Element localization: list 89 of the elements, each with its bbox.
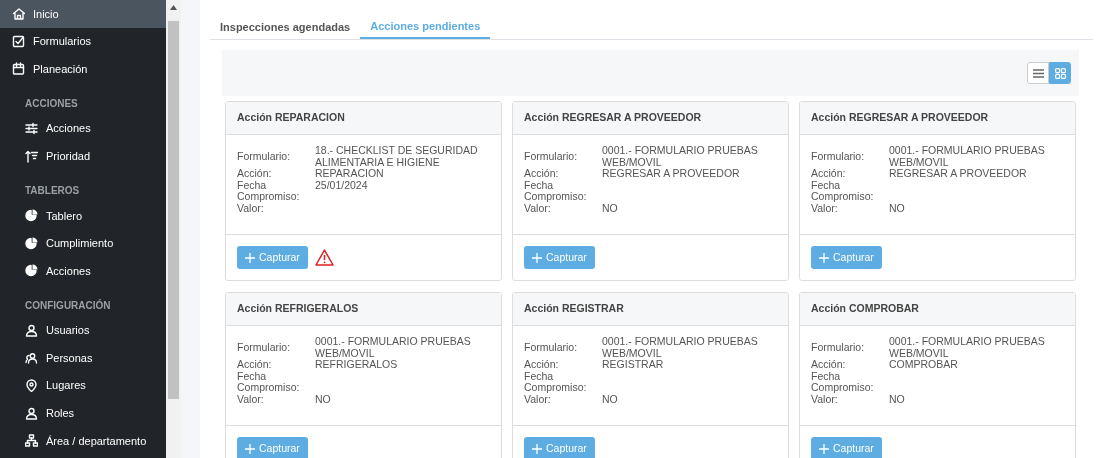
field-label: Fecha Compromiso:	[237, 370, 301, 394]
field-label: Acción:	[811, 359, 847, 371]
section-heading: CONFIGURACIÓN	[24, 298, 112, 313]
grid-icon	[1054, 67, 1066, 79]
field-value: 18.- CHECKLIST DE SEGURIDAD ALIMENTARIA E HIGIENE	[315, 145, 479, 168]
sidebar-item[interactable]: Usuarios	[0, 316, 166, 345]
sidebar-item[interactable]: Prioridad	[0, 142, 166, 170]
sidebar-item[interactable]: Roles	[0, 399, 166, 428]
sidebar-item[interactable]: Área / departamento	[0, 427, 166, 455]
field-value: 25/01/2024	[315, 179, 369, 193]
sitemap-icon	[25, 434, 38, 448]
field-label: Formulario:	[811, 341, 866, 354]
field-value: 0001.- FORMULARIO PRUEBAS WEB/MOVIL	[889, 336, 1046, 359]
card-title: Acción REGRESAR A PROVEEDOR	[513, 102, 788, 135]
sidebar-item[interactable]: Inicio	[0, 0, 166, 28]
field-value: NO	[315, 393, 332, 405]
plus-icon	[819, 443, 829, 454]
field-label: Valor:	[811, 202, 838, 214]
field-label: Valor:	[237, 202, 264, 214]
user-icon	[25, 406, 38, 420]
section-heading: ACCIONES	[24, 96, 79, 111]
tab[interactable]: Inspecciones agendadas	[210, 8, 361, 39]
card-title: Acción REFRIGERALOS	[226, 293, 501, 326]
field-value: REGISTRAR	[602, 359, 665, 371]
field-label: Acción:	[237, 359, 273, 371]
sidebar-item[interactable]: Acciones	[0, 257, 166, 285]
field-label: Formulario:	[811, 150, 866, 163]
field-label: Fecha Compromiso:	[524, 370, 588, 394]
field-label: Acción:	[811, 168, 847, 180]
field-value: REFRIGERALOS	[315, 359, 399, 371]
plus-icon	[532, 252, 542, 263]
field-label: Acción:	[237, 168, 273, 180]
pie-chart-icon	[25, 264, 38, 278]
field-label: Valor:	[811, 393, 838, 405]
plus-icon	[245, 443, 255, 454]
field-value: NO	[602, 393, 619, 405]
field-label: Fecha Compromiso:	[811, 179, 875, 203]
field-label: Valor:	[237, 393, 264, 405]
field-label: Fecha Compromiso:	[237, 179, 301, 203]
field-label: Valor:	[524, 202, 551, 214]
card-title: Acción REGRESAR A PROVEEDOR	[800, 102, 1075, 135]
sidebar-item[interactable]: Formularios	[0, 27, 166, 56]
field-value: REGRESAR A PROVEEDOR	[889, 168, 1028, 180]
card-title: Acción COMPROBAR	[800, 293, 1075, 326]
sort-icon	[25, 149, 38, 163]
field-value: 0001.- FORMULARIO PRUEBAS WEB/MOVIL	[315, 336, 472, 359]
section-heading: TABLEROS	[24, 183, 81, 198]
sidebar-item[interactable]: Tablero	[0, 201, 166, 230]
field-value: 0001.- FORMULARIO PRUEBAS WEB/MOVIL	[889, 145, 1046, 168]
sidebar-item[interactable]: Lugares	[0, 371, 166, 400]
user-icon	[25, 324, 38, 338]
field-value: NO	[889, 393, 906, 405]
plus-icon	[819, 252, 829, 263]
field-value: 0001.- FORMULARIO PRUEBAS WEB/MOVIL	[602, 336, 759, 359]
sidebar-item[interactable]: Acciones	[0, 114, 166, 143]
field-label: Formulario:	[237, 341, 292, 354]
location-pin-icon	[25, 379, 38, 393]
field-value: REGRESAR A PROVEEDOR	[602, 168, 741, 180]
sidebar-item[interactable]: Personas	[0, 344, 166, 372]
field-label: Acción:	[524, 168, 560, 180]
calendar-icon	[12, 62, 25, 76]
users-icon	[25, 351, 38, 365]
field-label: Fecha Compromiso:	[524, 179, 588, 203]
field-label: Fecha Compromiso:	[811, 370, 875, 394]
card-title: Acción REGISTRAR	[513, 293, 788, 326]
home-icon	[12, 7, 25, 21]
field-value: NO	[889, 202, 906, 214]
scrollbar[interactable]	[166, 0, 181, 458]
plus-icon	[245, 252, 255, 263]
pie-chart-icon	[25, 236, 38, 250]
field-value: NO	[602, 202, 619, 214]
field-label: Formulario:	[237, 150, 292, 163]
list-icon	[1032, 68, 1044, 78]
field-label: Valor:	[524, 393, 551, 405]
field-value: REPARACION	[315, 168, 385, 180]
list-view-button[interactable]	[1027, 62, 1049, 84]
sidebar-item[interactable]: Planeación	[0, 55, 166, 83]
checkbox-icon	[12, 34, 25, 48]
sidebar-item[interactable]: Cumplimiento	[0, 229, 166, 258]
scroll-up-icon[interactable]	[170, 5, 177, 10]
plus-icon	[532, 443, 542, 454]
field-label: Formulario:	[524, 341, 579, 354]
field-value: COMPROBAR	[889, 359, 959, 371]
sliders-icon	[25, 122, 38, 136]
field-label: Acción:	[524, 359, 560, 371]
card-title: Acción REPARACION	[226, 102, 501, 135]
pie-chart-icon	[25, 209, 38, 223]
field-label: Formulario:	[524, 150, 579, 163]
field-value: 0001.- FORMULARIO PRUEBAS WEB/MOVIL	[602, 145, 759, 168]
